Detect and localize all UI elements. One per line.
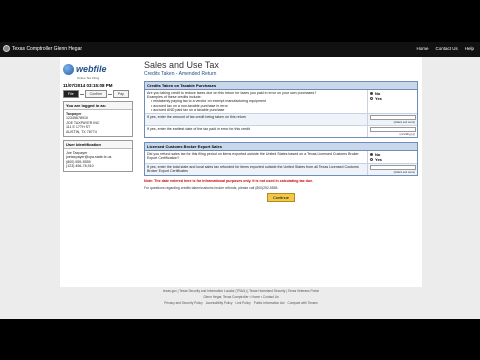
- top-bar: Texas Comptroller Glenn Hegar Home Conta…: [0, 42, 480, 57]
- footer-links: Privacy and Security Policy Accessibilit…: [60, 301, 422, 305]
- step-connector: [79, 93, 84, 95]
- radio-dot[interactable]: [370, 97, 373, 100]
- continue-button[interactable]: Continue: [266, 193, 295, 203]
- footer-line-1[interactable]: texas.gov | Texas Security and Informati…: [60, 289, 422, 293]
- footer-link[interactable]: Compact with Texans: [288, 301, 318, 305]
- step-file: File: [63, 90, 79, 98]
- radio-dot[interactable]: [370, 153, 373, 157]
- credit-date-input[interactable]: [370, 127, 416, 133]
- customs-amount-hint: (dollars and cents): [393, 171, 415, 175]
- logo-subtitle: Online Tax Filing: [77, 76, 100, 80]
- footer-line-2[interactable]: Glenn Hegar, Texas Comptroller • Home • …: [60, 295, 422, 299]
- taxpayer-box: You are logged in as: Taxpayer 123456789…: [63, 101, 133, 138]
- page-subtitle: Credits Taken - Amended Return: [144, 71, 217, 77]
- page-title: Sales and Use Tax: [144, 60, 219, 70]
- brand[interactable]: Texas Comptroller Glenn Hegar: [3, 45, 82, 52]
- credits-question-row: Are you taking credit to reduce taxes du…: [145, 90, 417, 115]
- globe-icon: [63, 63, 74, 75]
- customs-amount-input[interactable]: [370, 165, 416, 171]
- date-note: Note: The date entered here is for infor…: [144, 179, 314, 184]
- customs-amount-label: If yes, enter the total state and local …: [147, 165, 359, 174]
- taxpayer-box-header: You are logged in as:: [64, 102, 132, 110]
- customs-section: Licensed Customs Broker Export Sales Did…: [144, 142, 418, 177]
- taxpayer-city: AUSTIN, TX 78774: [66, 129, 97, 134]
- customs-section-header: Licensed Customs Broker Export Sales: [145, 143, 417, 152]
- footer-link[interactable]: Privacy and Security Policy: [164, 301, 202, 305]
- help-text: For questions regarding credits taken/cu…: [144, 186, 279, 191]
- nav-help-link[interactable]: Help: [465, 46, 474, 51]
- footer: texas.gov | Texas Security and Informati…: [60, 287, 422, 305]
- credit-date-hint: (mm/dd/yyyy): [399, 133, 415, 137]
- logo-text: webfile: [76, 64, 107, 74]
- browser-viewport: Texas Comptroller Glenn Hegar Home Conta…: [0, 42, 480, 319]
- credits-examples-list: • mistakenly paying tax to a vendor on e…: [147, 99, 365, 112]
- progress-steps: File Confirm Pay: [63, 90, 133, 98]
- user-phone-alt: (123) 456-78,910: [66, 164, 94, 169]
- footer-link[interactable]: Accessibility Policy: [206, 301, 233, 305]
- credits-yes-radio[interactable]: Yes: [370, 96, 415, 101]
- radio-dot[interactable]: [370, 158, 373, 162]
- credit-amount-label: If yes, enter the amount of tax credit b…: [147, 115, 246, 120]
- credits-section-header: Credits Taken on Taxable Purchases: [145, 82, 417, 90]
- step-pay: Pay: [112, 90, 129, 98]
- step-connector: [107, 93, 112, 95]
- comptroller-seal-icon: [3, 45, 10, 52]
- radio-dot[interactable]: [370, 92, 373, 95]
- customs-question-row: Did you refund sales tax for this filing…: [145, 151, 417, 165]
- main-panel: Sales and Use Tax Credits Taken - Amende…: [144, 60, 418, 203]
- credit-date-row: If yes, enter the earliest date of the t…: [145, 126, 417, 138]
- top-nav: Home Contact Us Help: [416, 46, 474, 51]
- nav-contact-link[interactable]: Contact Us: [435, 46, 457, 51]
- credit-amount-input[interactable]: [370, 115, 416, 121]
- credits-section: Credits Taken on Taxable Purchases Are y…: [144, 81, 418, 139]
- customs-amount-row: If yes, enter the total state and local …: [145, 164, 417, 176]
- session-datetime: 11/07/2014 03:15:08 PM: [63, 83, 113, 88]
- sidebar: webfile Online Tax Filing 11/07/2014 03:…: [63, 60, 133, 172]
- nav-home-link[interactable]: Home: [416, 46, 428, 51]
- credit-amount-hint: (dollars and cents): [393, 121, 415, 125]
- step-confirm: Confirm: [84, 90, 107, 98]
- credit-date-label: If yes, enter the earliest date of the t…: [147, 127, 250, 132]
- footer-link[interactable]: Link Policy: [235, 301, 250, 305]
- user-id-box: User Identification Joe Taxpayer joetaxp…: [63, 140, 133, 172]
- example-item: • accrued AND paid tax on a taxable purc…: [151, 107, 225, 112]
- footer-link[interactable]: Public Information Act: [254, 301, 285, 305]
- brand-label: Texas Comptroller Glenn Hegar: [12, 45, 83, 52]
- credit-amount-row: If yes, enter the amount of tax credit b…: [145, 114, 417, 127]
- customs-question: Did you refund sales tax for this filing…: [147, 152, 359, 161]
- user-id-header: User Identification: [64, 141, 132, 150]
- customs-yes-radio[interactable]: Yes: [370, 157, 415, 162]
- page-content: webfile Online Tax Filing 11/07/2014 03:…: [60, 57, 422, 287]
